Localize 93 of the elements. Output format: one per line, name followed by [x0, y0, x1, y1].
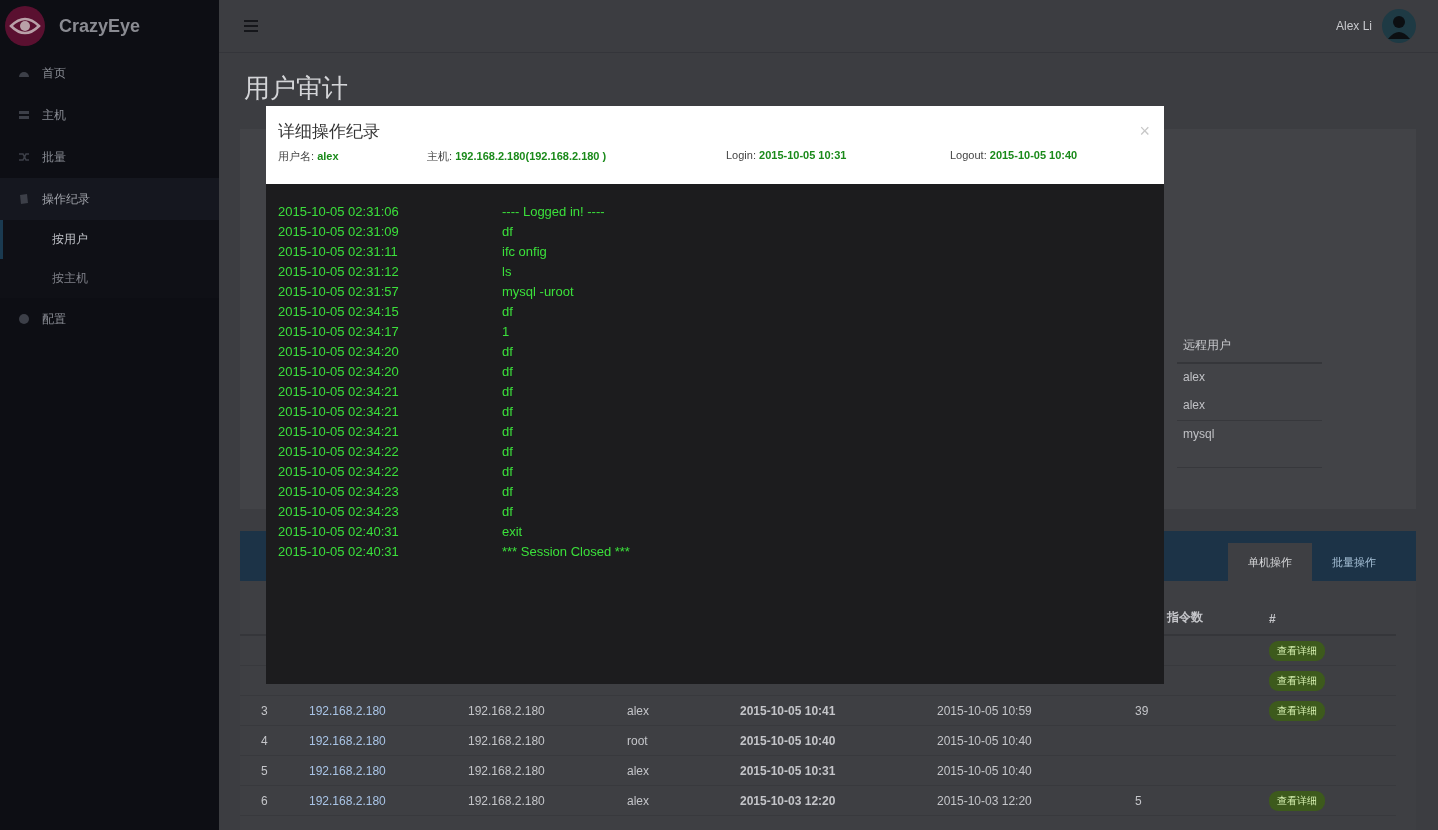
- table-cell-text: 192.168.2.180: [309, 733, 387, 748]
- log-command: mysql -uroot: [502, 283, 574, 299]
- modal-title: 详细操作纪录: [278, 121, 380, 143]
- avatar-icon[interactable]: [1382, 9, 1416, 43]
- sidebar-item[interactable]: 主机: [0, 94, 219, 136]
- log-time: 2015-10-05 02:34:22: [278, 443, 400, 459]
- table-cell-text: 192.168.2.180: [468, 763, 546, 778]
- log-command: df: [502, 223, 513, 239]
- table-cell-text: alex: [627, 763, 650, 778]
- log-time: 2015-10-05 02:34:22: [278, 463, 400, 479]
- log-time: 2015-10-05 02:34:15: [278, 303, 400, 319]
- table-cell-text: 2015-10-05 10:40: [937, 733, 1033, 748]
- table-cell-text: 192.168.2.180: [309, 703, 387, 718]
- column-header: #: [1269, 612, 1276, 626]
- log-command: df: [502, 503, 513, 519]
- table-cell-text: 2015-10-05 10:31: [740, 763, 837, 778]
- log-time: 2015-10-05 02:31:11: [278, 243, 399, 259]
- table-cell-text: 6: [261, 793, 269, 808]
- log-command: df: [502, 423, 513, 439]
- info-field: Login: 2015-10-05 10:31: [726, 149, 950, 164]
- sidebar-item[interactable]: 首页: [0, 52, 219, 94]
- log-time: 2015-10-05 02:31:12: [278, 263, 400, 279]
- table-cell-text: 5: [1135, 793, 1143, 808]
- detail-button[interactable]: 查看详细: [1269, 700, 1325, 721]
- log-time: 2015-10-05 02:34:23: [278, 503, 400, 519]
- log-command: 1: [502, 323, 510, 339]
- table-cell-text: 3: [261, 703, 269, 718]
- table-cell-text: 4: [261, 733, 269, 748]
- table-cell-text: root: [627, 733, 649, 748]
- table-cell-text: 5: [261, 763, 269, 778]
- table-cell-text: 39: [1135, 703, 1150, 718]
- table-cell-text: 192.168.2.180: [468, 733, 546, 748]
- log-time: 2015-10-05 02:40:31: [278, 543, 400, 559]
- column-header: 指令数: [1167, 609, 1204, 626]
- log-command: df: [502, 303, 513, 319]
- table-cell-text: 2015-10-03 12:20: [937, 793, 1033, 808]
- log-time: 2015-10-05 02:34:23: [278, 483, 400, 499]
- info-field: 用户名: alex: [278, 149, 427, 164]
- detail-button[interactable]: 查看详细: [1269, 640, 1325, 661]
- detail-button[interactable]: 查看详细: [1269, 790, 1325, 811]
- page-title: 用户审计: [244, 72, 349, 105]
- table-cell-text: alex: [1182, 369, 1206, 386]
- log-command: df: [502, 363, 513, 379]
- sidebar-item[interactable]: 配置: [0, 298, 219, 340]
- log-command: df: [502, 403, 513, 419]
- log-command: df: [502, 463, 513, 479]
- log-time: 2015-10-05 02:34:20: [278, 343, 400, 359]
- log-command: ls: [502, 263, 512, 279]
- table-cell-text: 2015-10-05 10:40: [937, 763, 1033, 778]
- table-cell-text: alex: [627, 793, 650, 808]
- log-command: df: [502, 443, 513, 459]
- info-field: 主机: 192.168.2.180(192.168.2.180 ): [427, 149, 726, 164]
- table-cell-text: 2015-10-05 10:41: [740, 703, 837, 718]
- log-time: 2015-10-05 02:40:31: [278, 523, 400, 539]
- log-command: *** Session Closed ***: [502, 543, 630, 559]
- log-command: ---- Logged in! ----: [502, 203, 605, 219]
- table-cell-text: 2015-10-05 10:40: [740, 733, 837, 748]
- user-name[interactable]: Alex Li: [1335, 19, 1372, 33]
- log-time: 2015-10-05 02:34:21: [278, 383, 400, 399]
- tab[interactable]: 单机操作: [1228, 543, 1312, 581]
- menu-icon[interactable]: [244, 20, 258, 32]
- shuffle-icon: [18, 151, 30, 163]
- table-cell-text: 192.168.2.180: [309, 763, 387, 778]
- log-time: 2015-10-05 02:34:21: [278, 403, 400, 419]
- table-cell: alex: [1177, 392, 1322, 421]
- sidebar-item[interactable]: 批量: [0, 136, 219, 178]
- info-field: Logout: 2015-10-05 10:40: [950, 149, 1150, 164]
- log-command: df: [502, 483, 513, 499]
- log-time: 2015-10-05 02:34:17: [278, 323, 400, 339]
- table-cell-text: 192.168.2.180: [468, 793, 546, 808]
- log-time: 2015-10-05 02:31:57: [278, 283, 400, 299]
- brand-name: CrazyEye: [59, 15, 141, 37]
- tab[interactable]: 批量操作: [1312, 543, 1396, 581]
- log-time: 2015-10-05 02:31:09: [278, 223, 400, 239]
- grid-icon: [18, 109, 30, 121]
- table-cell-text: alex: [627, 703, 650, 718]
- log-command: ifc onfig: [502, 243, 547, 259]
- table-cell: mysql: [1177, 421, 1322, 468]
- log-command: df: [502, 343, 513, 359]
- log-time: 2015-10-05 02:34:21: [278, 423, 400, 439]
- detail-button[interactable]: 查看详细: [1269, 670, 1325, 691]
- book-icon: [18, 193, 30, 205]
- sidebar-item[interactable]: 操作纪录: [0, 178, 219, 220]
- column-header: 远程用户: [1177, 331, 1322, 364]
- table-cell-text: 2015-10-03 12:20: [740, 793, 837, 808]
- eye-logo-icon: [5, 6, 45, 46]
- table-cell-text: 2015-10-05 10:59: [937, 703, 1033, 718]
- log-time: 2015-10-05 02:34:20: [278, 363, 400, 379]
- log-command: df: [502, 383, 513, 399]
- table-cell-text: 192.168.2.180: [468, 703, 546, 718]
- log-command: exit: [502, 523, 523, 539]
- log-time: 2015-10-05 02:31:06: [278, 203, 400, 219]
- table-cell-text: 192.168.2.180: [309, 793, 387, 808]
